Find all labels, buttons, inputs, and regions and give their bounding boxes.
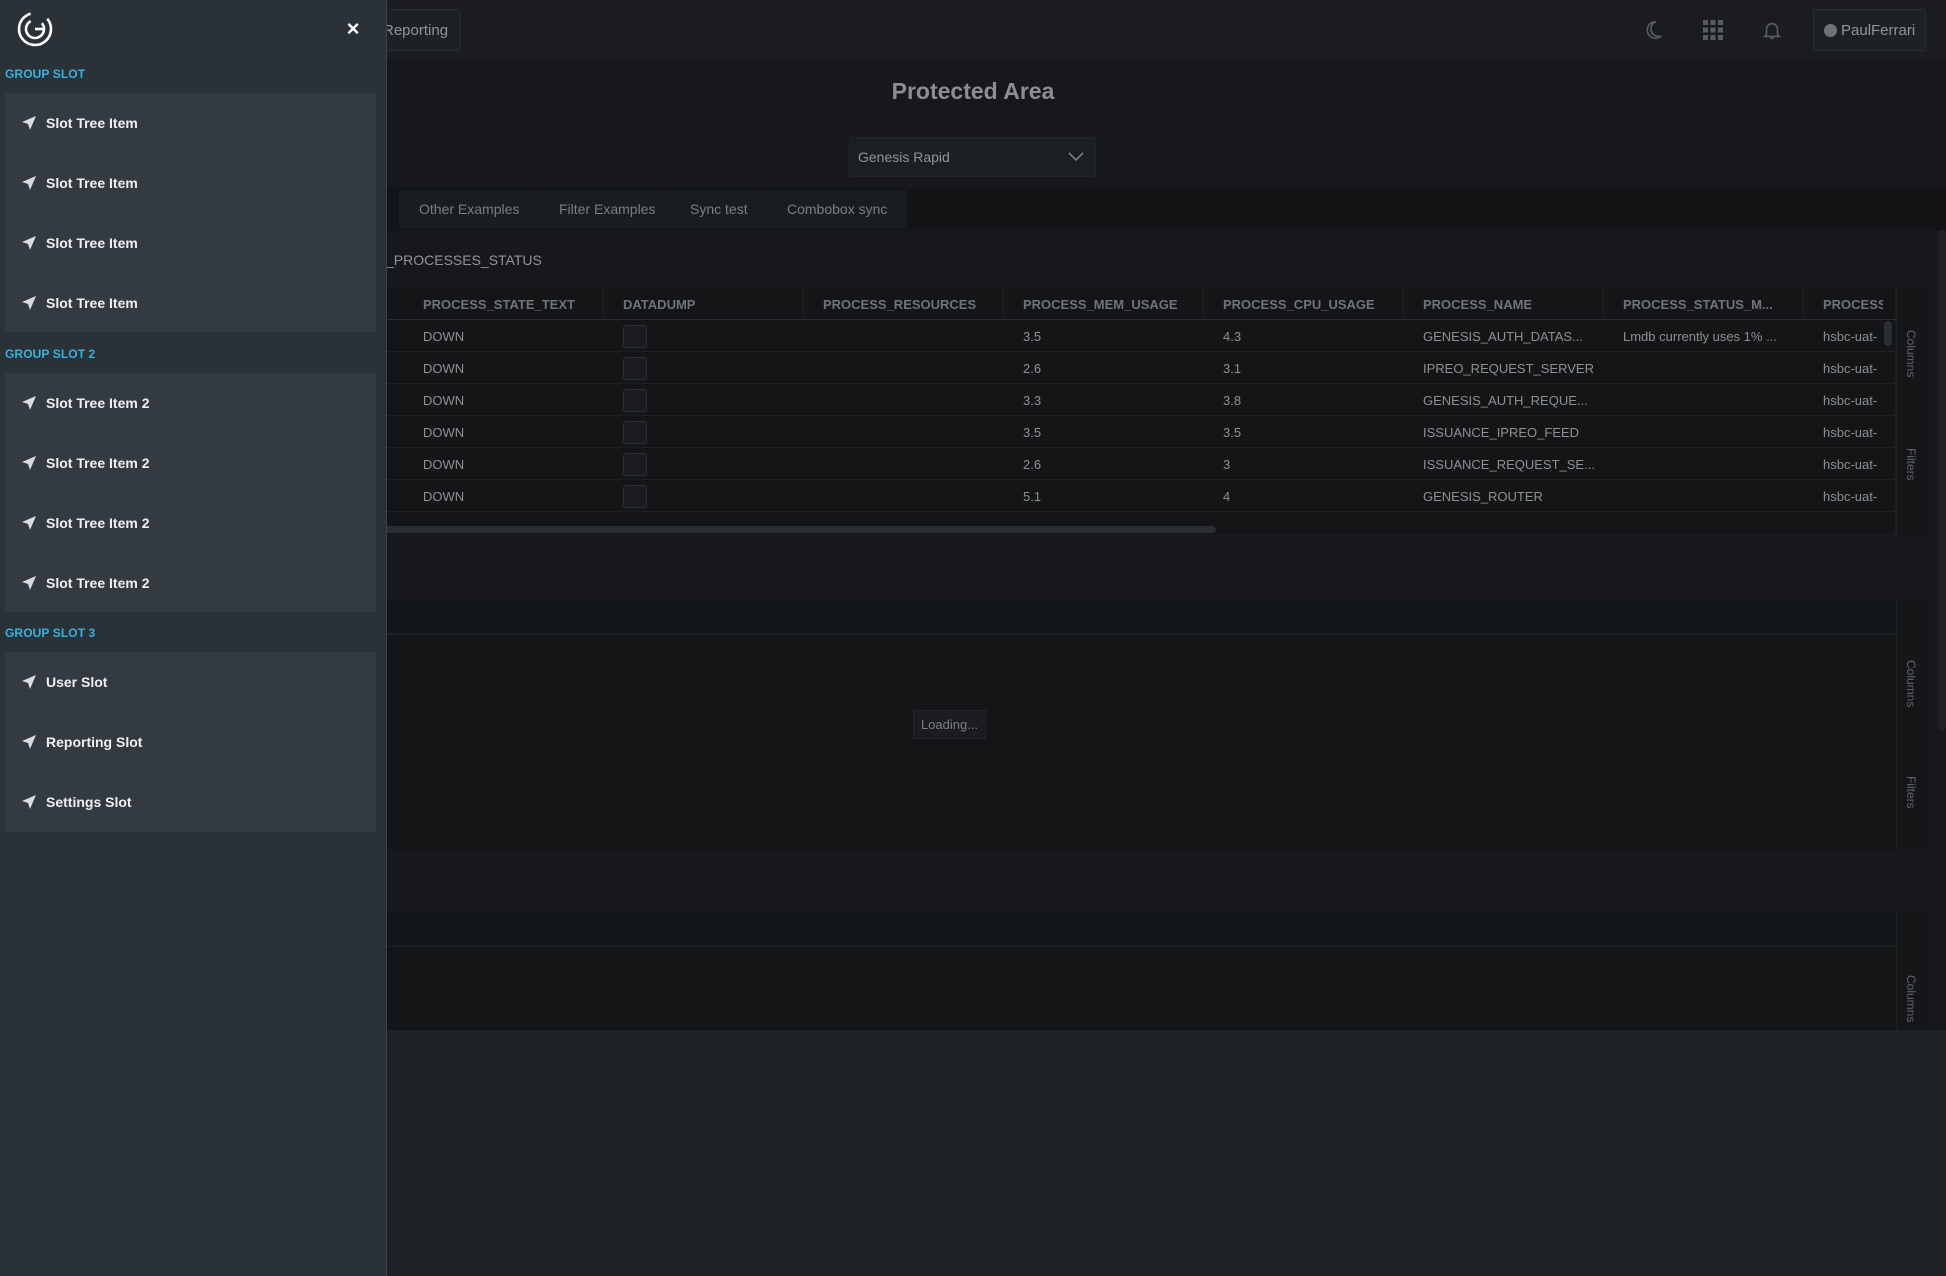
- send-icon: [22, 396, 36, 410]
- group-slot-2-items: Slot Tree Item 2 Slot Tree Item 2 Slot T…: [5, 373, 376, 612]
- close-drawer-button[interactable]: ×: [340, 16, 366, 42]
- send-icon: [22, 516, 36, 530]
- send-icon: [22, 576, 36, 590]
- send-icon: [22, 735, 36, 749]
- slot-tree-item[interactable]: Slot Tree Item: [5, 213, 376, 273]
- close-icon: ×: [346, 16, 360, 41]
- slot-tree-item-label: Slot Tree Item 2: [46, 455, 150, 471]
- group-slot-3-label: GROUP SLOT 3: [5, 626, 96, 640]
- slot-tree-item-label: Slot Tree Item 2: [46, 575, 150, 591]
- slot-tree-item-label: Slot Tree Item: [46, 235, 138, 251]
- slot-tree-item-label: Slot Tree Item: [46, 175, 138, 191]
- slot-tree-item[interactable]: Slot Tree Item: [5, 153, 376, 213]
- reporting-slot-item[interactable]: Reporting Slot: [5, 712, 376, 772]
- send-icon: [22, 675, 36, 689]
- send-icon: [22, 795, 36, 809]
- genesis-logo-icon: [16, 10, 54, 48]
- slot-tree-item-label: Slot Tree Item: [46, 295, 138, 311]
- send-icon: [22, 116, 36, 130]
- slot-tree-item-2[interactable]: Slot Tree Item 2: [5, 433, 376, 493]
- send-icon: [22, 456, 36, 470]
- settings-slot-label: Settings Slot: [46, 794, 132, 810]
- group-slot-label: GROUP SLOT: [5, 67, 86, 81]
- settings-slot-item[interactable]: Settings Slot: [5, 772, 376, 832]
- send-icon: [22, 236, 36, 250]
- slot-tree-item[interactable]: Slot Tree Item: [5, 273, 376, 333]
- group-slot-items: Slot Tree Item Slot Tree Item Slot Tree …: [5, 93, 376, 332]
- user-slot-label: User Slot: [46, 674, 108, 690]
- group-slot-2-label: GROUP SLOT 2: [5, 347, 96, 361]
- slot-tree-item-label: Slot Tree Item: [46, 115, 138, 131]
- slot-tree-item-2[interactable]: Slot Tree Item 2: [5, 553, 376, 613]
- slot-tree-item[interactable]: Slot Tree Item: [5, 93, 376, 153]
- send-icon: [22, 176, 36, 190]
- send-icon: [22, 296, 36, 310]
- reporting-slot-label: Reporting Slot: [46, 734, 143, 750]
- slot-tree-item-label: Slot Tree Item 2: [46, 515, 150, 531]
- slot-tree-item-2[interactable]: Slot Tree Item 2: [5, 373, 376, 433]
- user-slot-item[interactable]: User Slot: [5, 652, 376, 712]
- slot-tree-item-label: Slot Tree Item 2: [46, 395, 150, 411]
- slot-tree-item-2[interactable]: Slot Tree Item 2: [5, 493, 376, 553]
- navigation-drawer: × GROUP SLOT Slot Tree Item Slot Tree It…: [0, 0, 387, 1276]
- group-slot-3-items: User Slot Reporting Slot Settings Slot: [5, 652, 376, 832]
